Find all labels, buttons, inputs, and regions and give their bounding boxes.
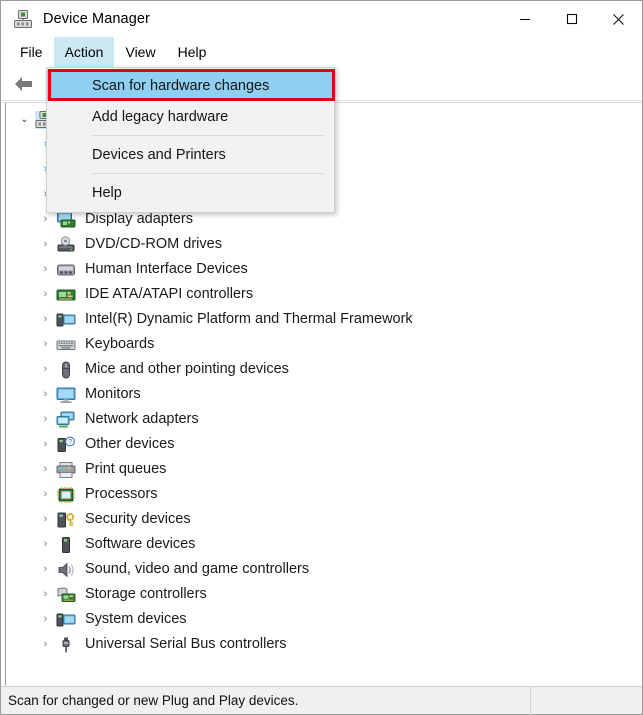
tree-row[interactable]: › Keyboards <box>6 332 642 357</box>
tree-item-label: Sound, video and game controllers <box>85 561 310 578</box>
chevron-right-icon[interactable]: › <box>37 614 54 625</box>
tree-item-label: Print queues <box>85 461 167 478</box>
tree-item-label: Intel(R) Dynamic Platform and Thermal Fr… <box>85 311 413 328</box>
menu-item-add-legacy-hardware[interactable]: Add legacy hardware <box>47 101 334 132</box>
chevron-right-icon[interactable]: › <box>37 314 54 325</box>
system-device-icon <box>56 311 76 329</box>
back-button[interactable] <box>9 70 39 98</box>
device-manager-icon <box>12 8 34 30</box>
ide-controller-icon <box>56 286 76 304</box>
tree-row[interactable]: › Software devices <box>6 532 642 557</box>
chevron-right-icon[interactable]: › <box>37 389 54 400</box>
security-device-icon <box>56 511 76 529</box>
software-device-icon <box>56 536 76 554</box>
chevron-right-icon[interactable]: › <box>37 539 54 550</box>
action-dropdown-menu[interactable]: Scan for hardware changes Add legacy har… <box>46 67 335 213</box>
caption-buttons <box>501 1 642 37</box>
chevron-right-icon[interactable]: › <box>37 289 54 300</box>
tree-item-label: Universal Serial Bus controllers <box>85 636 287 653</box>
tree-item-label: DVD/CD-ROM drives <box>85 236 222 253</box>
tree-item-label: Software devices <box>85 536 196 553</box>
tree-row[interactable]: › Mice and other pointing devices <box>6 357 642 382</box>
printer-icon <box>56 461 76 479</box>
chevron-right-icon[interactable]: › <box>37 339 54 350</box>
menu-separator <box>92 173 324 174</box>
chevron-right-icon[interactable]: › <box>37 264 54 275</box>
menu-view[interactable]: View <box>114 37 166 67</box>
close-button[interactable] <box>595 1 642 37</box>
chevron-right-icon[interactable]: › <box>37 364 54 375</box>
tree-row[interactable]: › Monitors <box>6 382 642 407</box>
keyboard-icon <box>56 336 76 354</box>
tree-row[interactable]: › Print queues <box>6 457 642 482</box>
tree-row[interactable]: › IDE ATA/ATAPI controllers <box>6 282 642 307</box>
menu-item-devices-and-printers[interactable]: Devices and Printers <box>47 139 334 170</box>
menu-action[interactable]: Action <box>53 37 115 67</box>
tree-item-label: Display adapters <box>85 211 193 228</box>
tree-row[interactable]: ›? Other devices <box>6 432 642 457</box>
chevron-right-icon[interactable]: › <box>37 464 54 475</box>
tree-item-label: System devices <box>85 611 187 628</box>
menu-help[interactable]: Help <box>167 37 218 67</box>
status-extra <box>531 687 642 715</box>
tree-row[interactable]: › Storage controllers <box>6 582 642 607</box>
menu-separator <box>92 135 324 136</box>
other-device-icon: ? <box>56 435 76 454</box>
minimize-button[interactable] <box>501 1 548 37</box>
device-manager-window: Device Manager File Action View Help ⌄ ›… <box>0 0 643 715</box>
chevron-right-icon[interactable]: › <box>37 589 54 600</box>
status-bar: Scan for changed or new Plug and Play de… <box>1 686 642 715</box>
monitor-icon <box>56 386 76 404</box>
network-adapter-icon <box>56 411 76 429</box>
title-bar: Device Manager <box>1 1 642 37</box>
tree-row[interactable]: › Sound, video and game controllers <box>6 557 642 582</box>
chevron-right-icon[interactable]: › <box>37 439 54 450</box>
display-adapter-icon <box>56 211 76 229</box>
tree-item-label: Mice and other pointing devices <box>85 361 289 378</box>
tree-row[interactable]: › Processors <box>6 482 642 507</box>
tree-item-label: Keyboards <box>85 336 155 353</box>
tree-item-label: Storage controllers <box>85 586 207 603</box>
tree-row[interactable]: › Network adapters <box>6 407 642 432</box>
tree-item-label: Security devices <box>85 511 191 528</box>
menu-item-scan-for-hardware-changes[interactable]: Scan for hardware changes <box>47 70 334 101</box>
tree-item-label: Other devices <box>85 436 175 453</box>
tree-row[interactable]: › Human Interface Devices <box>6 257 642 282</box>
tree-row[interactable]: › Intel(R) Dynamic Platform and Thermal F… <box>6 307 642 332</box>
chevron-right-icon[interactable]: › <box>37 564 54 575</box>
processor-icon <box>56 486 76 504</box>
tree-row[interactable]: › Universal Serial Bus controllers <box>6 632 642 657</box>
chevron-right-icon[interactable]: › <box>37 489 54 500</box>
speaker-icon <box>56 561 76 579</box>
chevron-right-icon[interactable]: › <box>37 639 54 650</box>
storage-controller-icon <box>56 586 76 604</box>
usb-icon <box>56 636 76 654</box>
dvd-drive-icon <box>56 235 76 254</box>
chevron-right-icon[interactable]: › <box>37 514 54 525</box>
window-title: Device Manager <box>43 11 150 27</box>
tree-item-label: Monitors <box>85 386 141 403</box>
chevron-right-icon[interactable]: › <box>37 239 54 250</box>
tree-row[interactable]: › Security devices <box>6 507 642 532</box>
tree-item-label: IDE ATA/ATAPI controllers <box>85 286 254 303</box>
maximize-button[interactable] <box>548 1 595 37</box>
tree-item-label: Network adapters <box>85 411 199 428</box>
chevron-down-icon[interactable]: ⌄ <box>16 114 33 125</box>
mouse-icon <box>56 361 76 379</box>
tree-row[interactable]: › System devices <box>6 607 642 632</box>
svg-text:?: ? <box>68 439 72 446</box>
chevron-right-icon[interactable]: › <box>37 214 54 225</box>
hid-icon <box>56 261 76 279</box>
menu-bar: File Action View Help <box>1 37 642 67</box>
menu-file[interactable]: File <box>9 37 54 67</box>
tree-row[interactable]: › DVD/CD-ROM drives <box>6 232 642 257</box>
tree-item-label: Human Interface Devices <box>85 261 248 278</box>
tree-item-label: Processors <box>85 486 158 503</box>
menu-item-help[interactable]: Help <box>47 177 334 208</box>
chevron-right-icon[interactable]: › <box>37 414 54 425</box>
system-device-icon <box>56 611 76 629</box>
status-message: Scan for changed or new Plug and Play de… <box>1 686 531 715</box>
